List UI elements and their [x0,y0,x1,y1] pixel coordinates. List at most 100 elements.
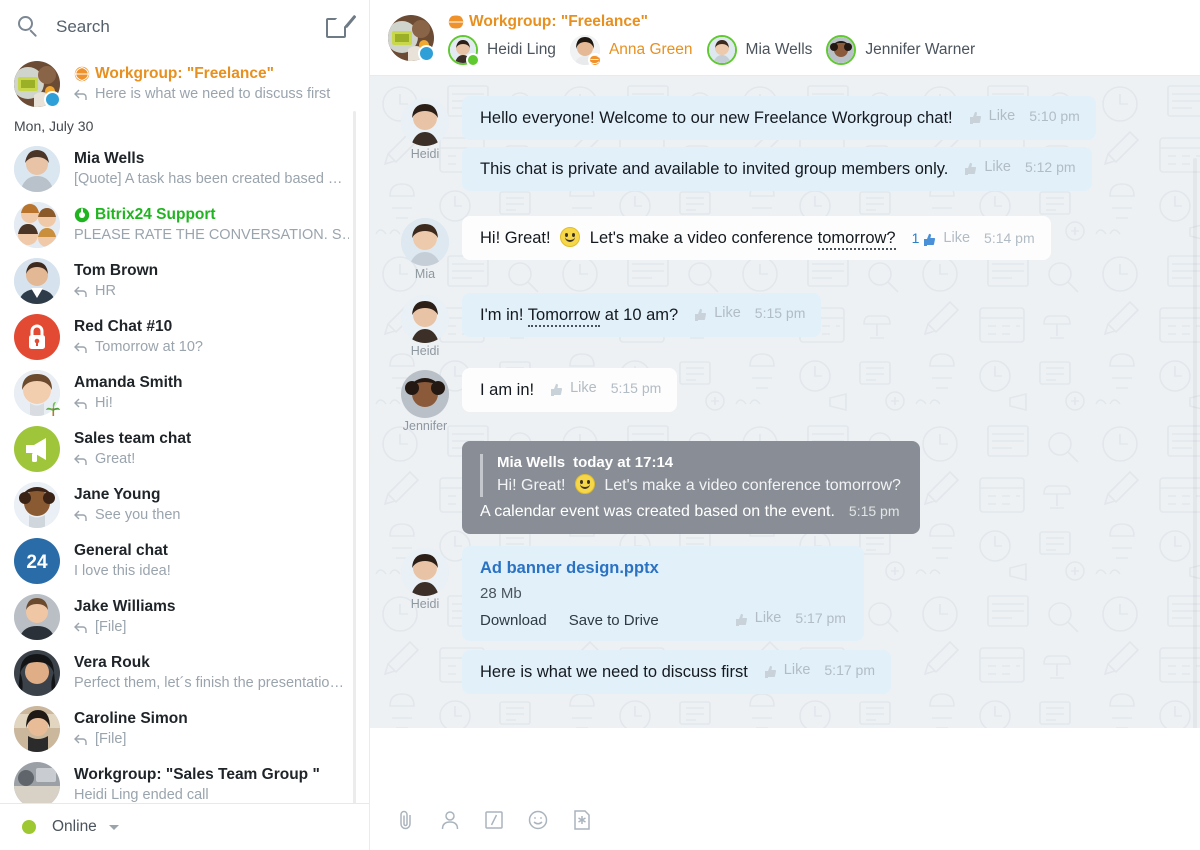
message-time: 5:15 pm [755,305,806,321]
file-name-link[interactable]: Ad banner design.pptx [480,559,846,578]
message-group: Mia Hi! Great! Let's make a video confer… [370,216,1200,281]
chat-list-item[interactable]: Jane Young See you then [0,477,369,533]
quote-body: Hi! Great! Let's make a video conference… [497,474,902,497]
quote-icon[interactable] [482,808,506,832]
member-heidi-ling[interactable]: Heidi Ling [448,35,556,65]
thumbs-up-icon[interactable] [735,613,749,627]
reply-arrow-icon [74,510,88,522]
chat-title: Vera Rouk [74,653,349,673]
avatar [14,650,60,696]
chat-title: Workgroup: "Sales Team Group " [74,765,349,785]
message-text: This chat is private and available to in… [480,158,948,180]
smiley-icon[interactable] [526,808,550,832]
chat-subtitle: [File] [95,729,126,749]
chat-list-item[interactable]: Caroline Simon [File] [0,701,369,757]
thumbs-up-icon[interactable] [964,162,978,176]
file-message-bubble[interactable]: Ad banner design.pptx 28 Mb Download Sav… [462,546,864,641]
avatar [14,146,60,192]
avatar [14,61,60,107]
message-bubble[interactable]: I am in! Like 5:15 pm [462,368,677,412]
chat-subtitle: Here is what we need to discuss first [95,84,330,104]
message-author: Jennifer [388,368,462,433]
chat-list-item[interactable]: Sales team chat Great! [0,421,369,477]
chat-list[interactable]: Workgroup: "Freelance" Here is what we n… [0,53,369,803]
like-button[interactable]: Like [984,159,1011,175]
workgroup-title-row: Workgroup: "Freelance" [448,11,1184,33]
chat-list-item[interactable]: Red Chat #10 Tomorrow at 10? [0,309,369,365]
avatar [14,426,60,472]
like-button[interactable]: Like [755,610,782,626]
file-size: 28 Mb [480,585,846,602]
author-name: Heidi [388,147,462,161]
quote-header: Mia Wellstoday at 17:14 [497,454,902,471]
chat-list-item[interactable]: Amanda Smith Hi! [0,365,369,421]
status-bar[interactable]: Online [0,803,369,850]
avatar [14,482,60,528]
like-button[interactable]: Like [784,662,811,678]
quoted-system-message[interactable]: Mia Wellstoday at 17:14 Hi! Great! Let's… [462,441,920,534]
thumbs-up-icon[interactable] [923,233,937,247]
message-link-tomorrow[interactable]: tomorrow? [818,229,896,250]
avatar [448,35,478,65]
search-input[interactable] [56,17,296,37]
chat-title: Workgroup: "Freelance" [95,64,274,84]
chevron-down-icon[interactable] [109,825,119,830]
quote-body-post: Let's make a video conference tomorrow? [604,477,901,494]
globe-blue-icon [418,45,435,62]
paperclip-icon[interactable] [394,808,418,832]
author-name: Heidi [388,344,462,358]
thumbs-up-icon[interactable] [694,308,708,322]
chat-subtitle: Great! [95,449,135,469]
download-link[interactable]: Download [480,612,547,629]
chat-list-item[interactable]: 24 General chat I love this idea! [0,533,369,589]
chat-panel: Workgroup: "Freelance" Heidi Ling [370,0,1200,850]
chat-list-item[interactable]: Tom Brown HR [0,253,369,309]
member-anna-green[interactable]: Anna Green [570,35,693,65]
avatar: 24 [14,538,60,584]
like-button[interactable]: Like [714,305,741,321]
message-text-mid: Let's make a video conference [590,229,818,247]
message-time: 5:10 pm [1029,108,1080,124]
compose-pencil-icon[interactable] [325,14,351,40]
member-jennifer-warner[interactable]: Jennifer Warner [826,35,975,65]
avatar [14,258,60,304]
message-bubble[interactable]: Here is what we need to discuss first Li… [462,650,891,694]
save-to-drive-link[interactable]: Save to Drive [569,612,659,629]
workgroup-avatar[interactable] [388,15,434,61]
avatar [401,218,449,266]
compose-area[interactable] [370,728,1200,850]
chat-subtitle: Perfect them, let´s finish the presentat… [74,673,344,693]
like-button[interactable]: Like [570,380,597,396]
message-list[interactable]: Heidi Hello everyone! Welcome to our new… [370,76,1200,728]
chat-title: Caroline Simon [74,709,349,729]
like-count: 1 [912,230,920,246]
chat-list-item[interactable]: Workgroup: "Sales Team Group " Heidi Lin… [0,757,369,803]
chat-list-item-freelance[interactable]: Workgroup: "Freelance" Here is what we n… [0,53,369,115]
document-star-icon[interactable] [570,808,594,832]
thumbs-up-icon[interactable] [969,111,983,125]
message-group: Heidi Ad banner design.pptx 28 Mb Downlo… [370,546,1200,701]
reply-arrow-icon [74,398,88,410]
chat-list-item[interactable]: Vera Rouk Perfect them, let´s finish the… [0,645,369,701]
message-bubble[interactable]: I'm in! Tomorrow at 10 am? Like 5:15 pm [462,293,821,337]
chat-title: Amanda Smith [74,373,349,393]
message-bubble[interactable]: This chat is private and available to in… [462,147,1092,191]
like-button[interactable]: Like [943,230,970,246]
chat-list-item[interactable]: Mia Wells [Quote] A task has been create… [0,141,369,197]
reply-arrow-icon [74,286,88,298]
message-bubble[interactable]: Hi! Great! Let's make a video conference… [462,216,1051,260]
chat-list-item[interactable]: Bitrix24 Support PLEASE RATE THE CONVERS… [0,197,369,253]
message-link-tomorrow[interactable]: Tomorrow [528,306,600,327]
avatar [826,35,856,65]
thumbs-up-icon[interactable] [550,383,564,397]
thumbs-up-icon[interactable] [764,665,778,679]
message-bubble[interactable]: Hello everyone! Welcome to our new Freel… [462,96,1096,140]
chat-list-item[interactable]: Jake Williams [File] [0,589,369,645]
person-icon[interactable] [438,808,462,832]
avatar [401,370,449,418]
avatar [14,314,60,360]
member-mia-wells[interactable]: Mia Wells [707,35,813,65]
chat-title: Jane Young [74,485,349,505]
support-circle-icon [74,207,90,223]
like-button[interactable]: Like [989,108,1016,124]
